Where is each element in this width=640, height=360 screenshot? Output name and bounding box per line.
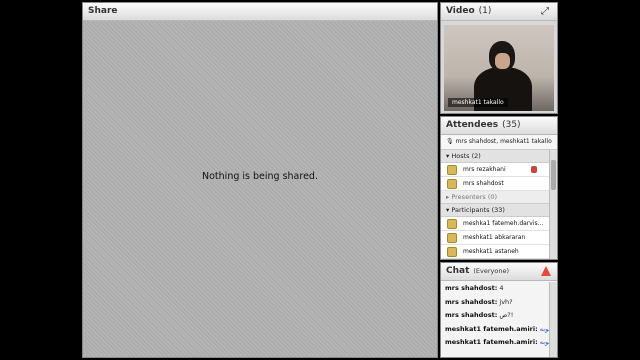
attendee-row[interactable]: meshkat1 abkararan bbox=[441, 231, 549, 245]
video-titlebar: Video (1) bbox=[441, 3, 557, 21]
host-icon bbox=[447, 164, 457, 175]
attendee-row[interactable]: mrs rezakhani bbox=[441, 163, 549, 177]
nothing-shared-message: Nothing is being shared. bbox=[202, 171, 318, 182]
attendee-scrollbar[interactable] bbox=[549, 150, 557, 259]
scroll-thumb[interactable] bbox=[551, 160, 556, 190]
attendee-name: meshkat1 abkararan bbox=[463, 234, 526, 241]
group-presenters[interactable]: ▸ Presenters (0) bbox=[441, 191, 549, 204]
chat-text: 4 bbox=[499, 284, 504, 292]
chat-text: jvh? bbox=[499, 297, 513, 306]
person-face bbox=[495, 53, 510, 69]
chat-messages: mrs shahdost: 4 mrs shahdost: jvh? mrs s… bbox=[441, 282, 549, 357]
participant-icon bbox=[447, 218, 457, 229]
attendees-pod: Attendees (35) 🎙 mrs shahdost, meshkat1 t… bbox=[440, 116, 558, 260]
chat-text: خوبه bbox=[539, 324, 549, 333]
attendee-name: mrs shahdost bbox=[463, 180, 504, 187]
attendee-row[interactable]: mrs shahdost bbox=[441, 177, 549, 191]
video-count: (1) bbox=[478, 6, 492, 16]
chat-message: mrs shahdost: jvh? bbox=[445, 296, 549, 310]
participant-icon bbox=[447, 232, 457, 243]
chat-text: ص?! bbox=[499, 311, 514, 319]
active-speakers-text: mrs shahdost, meshkat1 takallo bbox=[455, 138, 552, 145]
chat-sender: meshkat1 fatemeh.amiri: bbox=[445, 338, 538, 346]
host-icon bbox=[447, 178, 457, 189]
attendee-name: meshkat1 astaneh bbox=[463, 248, 519, 255]
chat-message: mrs shahdost: 4 bbox=[445, 282, 549, 296]
group-hosts[interactable]: ▾ Hosts (2) bbox=[441, 150, 549, 163]
attendees-count: (35) bbox=[502, 120, 521, 130]
chat-sender: mrs shahdost: bbox=[445, 297, 498, 306]
share-pod: Share Nothing is being shared. bbox=[82, 2, 438, 358]
group-presenters-label: Presenters (0) bbox=[451, 193, 498, 201]
group-participants[interactable]: ▾ Participants (33) bbox=[441, 204, 549, 217]
attendee-name: mrs rezakhani bbox=[463, 166, 506, 173]
expand-icon[interactable]: ⤢ bbox=[541, 7, 551, 17]
chat-sender: meshkat1 fatemeh.amiri: bbox=[445, 324, 538, 333]
chat-message: mrs shahdost: ص?! bbox=[445, 309, 549, 323]
chat-message: meshkat1 fatemeh.amiri: خوبه bbox=[445, 336, 549, 350]
warning-icon[interactable] bbox=[541, 266, 551, 276]
chat-titlebar: Chat (Everyone) bbox=[441, 263, 557, 281]
attendee-name: meshka1 fatemeh.darvis... bbox=[463, 220, 544, 227]
video-pod: Video (1) ⤢ meshkat1 takallo bbox=[440, 2, 558, 114]
group-participants-label: Participants (33) bbox=[451, 206, 505, 214]
mic-icon bbox=[531, 166, 537, 173]
video-title: Video bbox=[446, 6, 475, 16]
chat-sender: mrs shahdost: bbox=[445, 311, 498, 319]
video-feed: meshkat1 takallo bbox=[444, 25, 554, 111]
chat-pod: Chat (Everyone) mrs shahdost: 4 mrs shahd… bbox=[440, 262, 558, 358]
chat-message: meshkat1 fatemeh.amiri: خوبه bbox=[445, 323, 549, 337]
speaker-icon: 🎙 bbox=[446, 138, 454, 145]
chat-title: Chat bbox=[446, 266, 470, 276]
chat-scrollbar[interactable] bbox=[549, 282, 557, 357]
chat-sender: mrs shahdost: bbox=[445, 284, 498, 292]
share-title: Share bbox=[83, 3, 437, 21]
video-name-tag: meshkat1 takallo bbox=[448, 98, 508, 107]
attendee-row[interactable]: meshka1 fatemeh.darvis... bbox=[441, 217, 549, 231]
attendees-titlebar: Attendees (35) bbox=[441, 117, 557, 135]
attendees-title: Attendees bbox=[446, 120, 499, 130]
group-hosts-label: Hosts (2) bbox=[451, 152, 481, 160]
chat-scope[interactable]: (Everyone) bbox=[473, 267, 509, 275]
chat-text: خوبه bbox=[539, 338, 549, 346]
participant-icon bbox=[447, 246, 457, 257]
attendee-row[interactable]: meshkat1 astaneh bbox=[441, 245, 549, 259]
share-area: Nothing is being shared. bbox=[83, 21, 437, 357]
active-speakers: 🎙 mrs shahdost, meshkat1 takallo bbox=[441, 135, 557, 150]
attendee-list: ▾ Hosts (2) mrs rezakhani mrs shahdost ▸… bbox=[441, 150, 549, 259]
